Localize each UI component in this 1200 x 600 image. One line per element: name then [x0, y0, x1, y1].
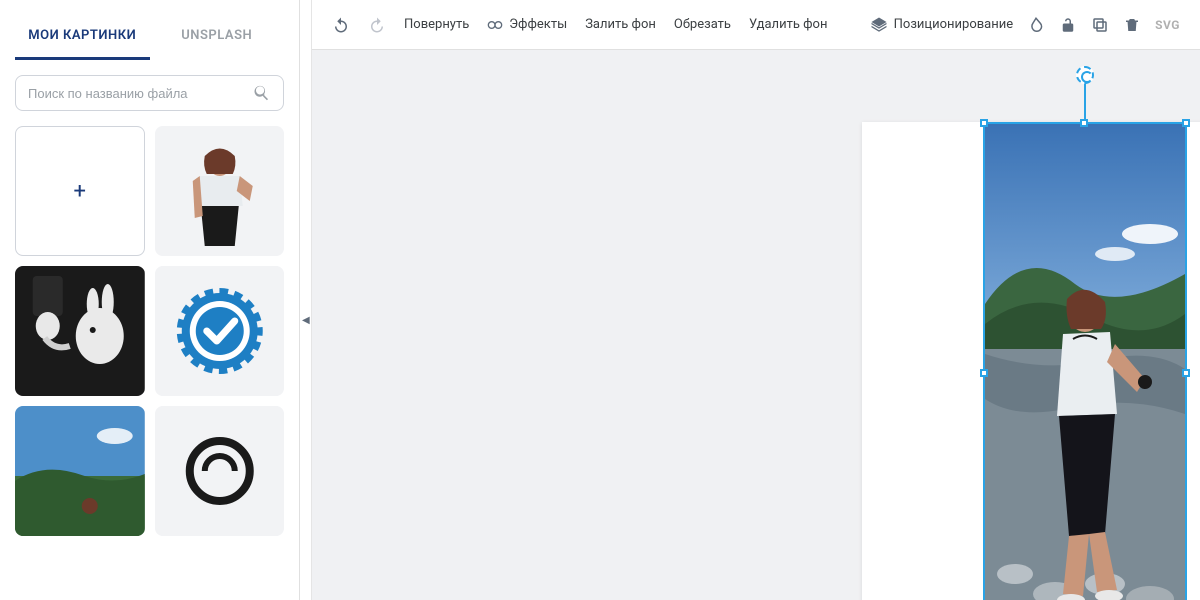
unlock-icon[interactable]	[1059, 16, 1077, 34]
toolbar-right: Позиционирование SVG	[870, 16, 1180, 34]
sidebar: МОИ КАРТИНКИ UNSPLASH +	[0, 0, 300, 600]
rotate-label: Повернуть	[404, 17, 469, 32]
rotate-button[interactable]: Повернуть	[404, 17, 469, 32]
opacity-icon[interactable]	[1027, 16, 1045, 34]
redo-icon[interactable]	[368, 16, 386, 34]
remove-bg-label: Удалить фон	[749, 17, 827, 32]
search-input[interactable]	[28, 86, 253, 101]
undo-icon[interactable]	[332, 16, 350, 34]
positioning-label: Позиционирование	[894, 17, 1014, 32]
main-area: Повернуть Эффекты Залить фон Обрезать Уд…	[312, 0, 1200, 600]
panel-divider[interactable]: ◀	[300, 0, 312, 600]
fill-bg-button[interactable]: Залить фон	[585, 17, 656, 32]
rotation-line	[1084, 80, 1086, 120]
selected-image[interactable]	[985, 124, 1185, 600]
svg-export-button[interactable]: SVG	[1155, 18, 1180, 32]
duplicate-icon[interactable]	[1091, 16, 1109, 34]
search-box[interactable]	[15, 75, 284, 111]
image-tile[interactable]	[155, 266, 285, 396]
fill-bg-label: Залить фон	[585, 17, 656, 32]
rotation-handle[interactable]	[1076, 66, 1094, 84]
remove-bg-button[interactable]: Удалить фон	[749, 17, 827, 32]
toolbar: Повернуть Эффекты Залить фон Обрезать Уд…	[312, 0, 1200, 50]
collapse-arrow-icon[interactable]: ◀	[302, 315, 310, 326]
image-tile[interactable]	[15, 406, 145, 536]
effects-icon	[487, 17, 503, 33]
tab-unsplash[interactable]: UNSPLASH	[150, 14, 285, 60]
crop-button[interactable]: Обрезать	[674, 17, 731, 32]
search-icon	[253, 84, 271, 102]
image-tile[interactable]	[15, 266, 145, 396]
positioning-button[interactable]: Позиционирование	[870, 16, 1014, 34]
layers-icon	[870, 16, 888, 34]
effects-button[interactable]: Эффекты	[487, 17, 567, 33]
crop-label: Обрезать	[674, 17, 731, 32]
image-grid: +	[0, 126, 299, 600]
effects-label: Эффекты	[509, 17, 567, 32]
tab-my-images[interactable]: МОИ КАРТИНКИ	[15, 14, 150, 60]
search-container	[0, 60, 299, 126]
image-tile[interactable]	[155, 126, 285, 256]
canvas[interactable]	[312, 50, 1200, 600]
image-tile[interactable]	[155, 406, 285, 536]
add-image-tile[interactable]: +	[15, 126, 145, 256]
sidebar-tabs: МОИ КАРТИНКИ UNSPLASH	[0, 0, 299, 60]
delete-icon[interactable]	[1123, 16, 1141, 34]
